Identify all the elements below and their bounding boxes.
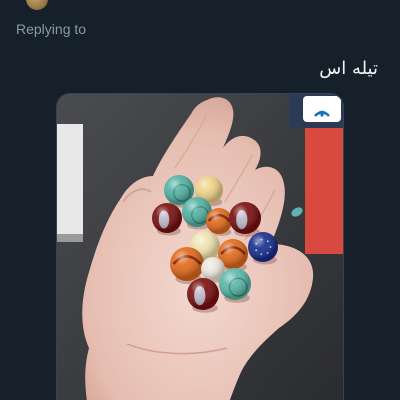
wifi-logo-icon (303, 96, 341, 122)
tweet-text: تیله اس (319, 58, 378, 79)
avatar[interactable] (26, 0, 48, 10)
white-box-shadow (57, 234, 83, 242)
tweet-media-image[interactable] (56, 93, 344, 400)
white-box-object (57, 124, 83, 234)
red-box-object (305, 124, 343, 254)
replying-to-label: Replying to (16, 21, 87, 37)
reply-context: Replying to (16, 20, 91, 38)
marbles-photo (57, 94, 343, 400)
